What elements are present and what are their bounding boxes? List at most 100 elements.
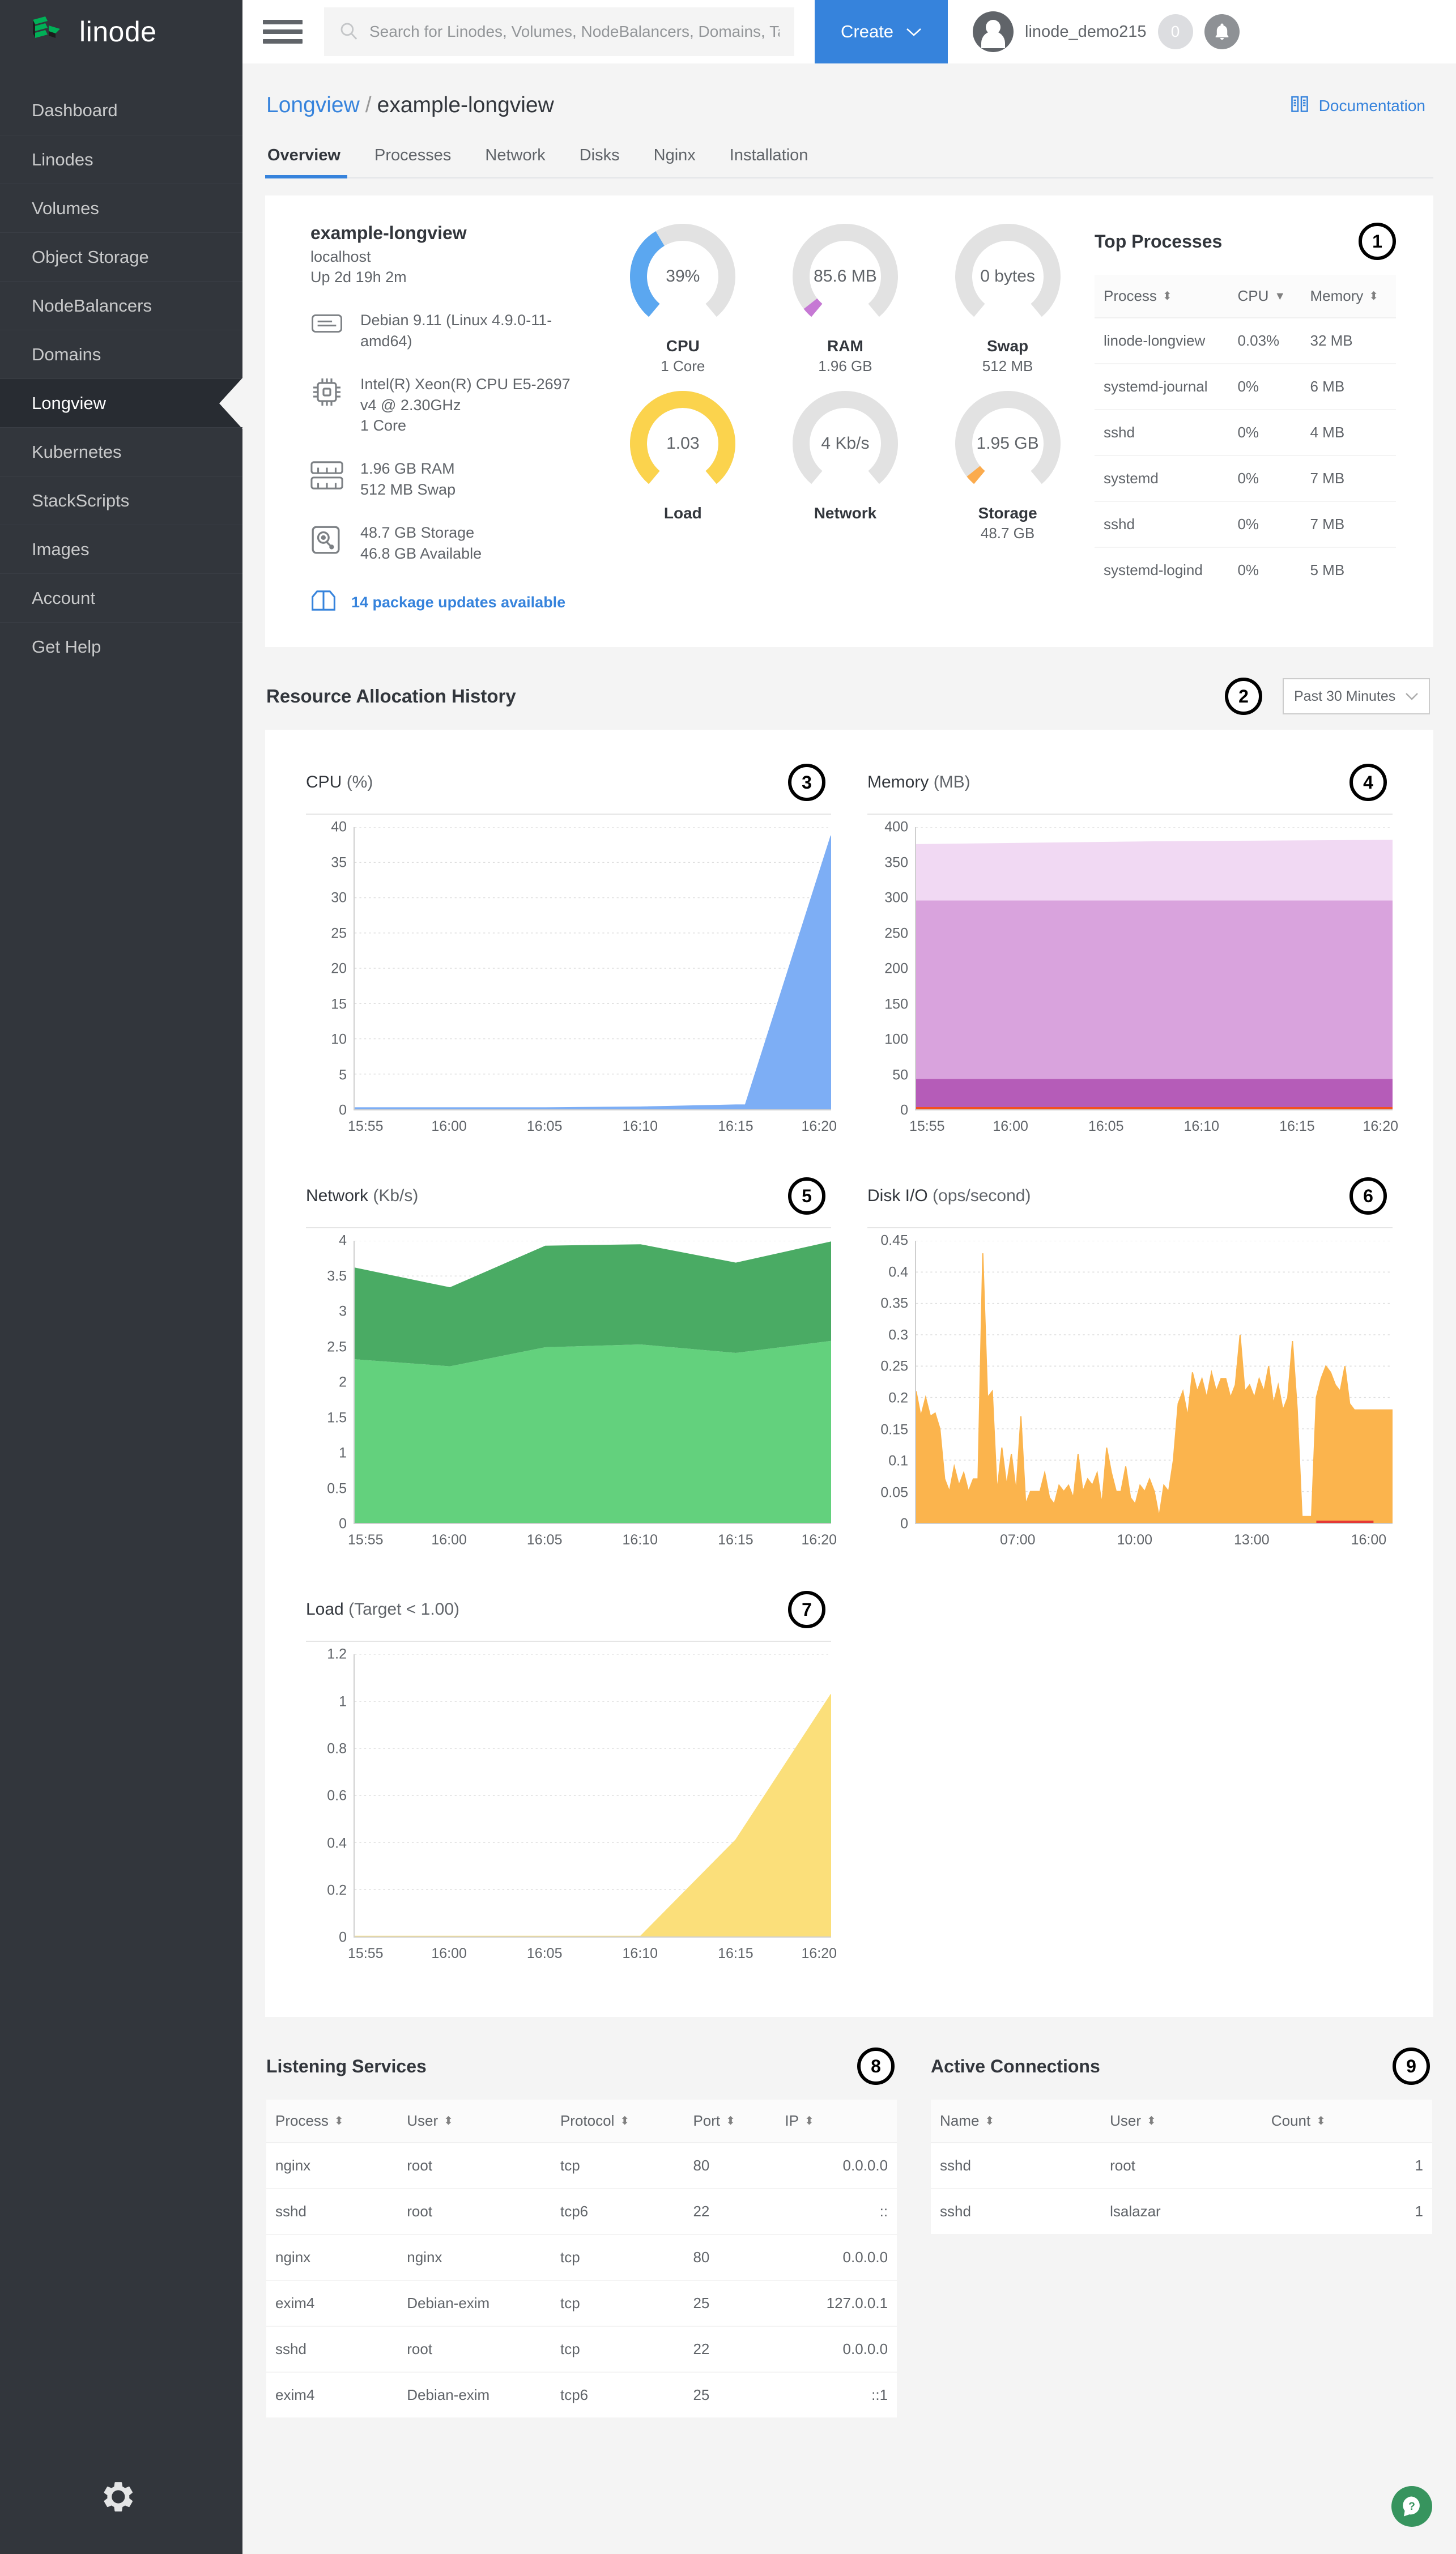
table-cell: 4 MB (1301, 410, 1396, 456)
gauge-swap: 0 bytes Swap512 MB (926, 223, 1089, 375)
plot (915, 827, 1393, 1110)
tab-processes[interactable]: Processes (357, 146, 468, 177)
column-header-name[interactable]: Name⬍ (931, 2100, 1101, 2143)
table-cell: 80 (684, 2234, 776, 2280)
sidebar-item-label: Dashboard (32, 100, 118, 121)
tab-network[interactable]: Network (468, 146, 562, 177)
sidebar-item-label: Longview (32, 393, 106, 414)
table-cell: lsalazar (1101, 2189, 1262, 2234)
column-header-memory[interactable]: Memory⬍ (1301, 275, 1396, 318)
sidebar-item-domains[interactable]: Domains (0, 330, 242, 378)
search-box[interactable] (324, 7, 794, 56)
column-header-user[interactable]: User⬍ (398, 2100, 551, 2143)
table-cell: 0% (1228, 410, 1301, 456)
sidebar-item-volumes[interactable]: Volumes (0, 184, 242, 232)
table-cell: 0% (1228, 547, 1301, 593)
bell-icon[interactable] (1204, 14, 1240, 49)
table-cell: 7 MB (1301, 456, 1396, 501)
search-input[interactable] (369, 23, 780, 41)
column-header-user[interactable]: User⬍ (1101, 2100, 1262, 2143)
chart-load: Load (Target < 1.00) 7 00.20.40.60.811.2… (288, 1577, 849, 1991)
sidebar-item-longview[interactable]: Longview (0, 378, 242, 427)
x-tick-label: 16:15 (718, 1946, 753, 1962)
y-axis: 0510152025303540 (306, 827, 354, 1110)
svg-text:?: ? (1408, 2501, 1415, 2513)
package-updates-link[interactable]: 14 package updates available (310, 589, 587, 616)
sidebar-item-nodebalancers[interactable]: NodeBalancers (0, 281, 242, 330)
gauge-label: Swap (987, 337, 1028, 355)
brand-logo[interactable]: linode (0, 0, 242, 63)
y-tick-label: 10 (331, 1032, 347, 1048)
y-tick-label: 1.5 (327, 1410, 347, 1426)
column-header-label: Process (275, 2112, 329, 2130)
y-axis: 00.20.40.60.811.2 (306, 1654, 354, 1938)
sidebar-item-linodes[interactable]: Linodes (0, 135, 242, 184)
sidebar-item-account[interactable]: Account (0, 573, 242, 622)
tab-overview[interactable]: Overview (265, 146, 357, 177)
package-updates-label: 14 package updates available (351, 594, 565, 611)
column-header-label: Memory (1310, 287, 1363, 305)
charts-card: CPU (%) 3 0510152025303540 15:5516:0016:… (265, 730, 1433, 2017)
listening-services-table: Process⬍User⬍Protocol⬍Port⬍IP⬍ nginxroot… (266, 2100, 897, 2417)
column-header-ip[interactable]: IP⬍ (776, 2100, 897, 2143)
table-cell: tcp (551, 2234, 684, 2280)
documentation-link[interactable]: Documentation (1289, 93, 1433, 118)
tab-nginx[interactable]: Nginx (637, 146, 713, 177)
y-axis: 00.511.522.533.54 (306, 1241, 354, 1524)
table-cell: root (1101, 2143, 1262, 2189)
create-button[interactable]: Create (815, 0, 948, 63)
tab-disks[interactable]: Disks (563, 146, 637, 177)
notification-count-badge[interactable]: 0 (1158, 14, 1193, 49)
column-header-cpu[interactable]: CPU▼ (1228, 275, 1301, 318)
table-cell: 0% (1228, 456, 1301, 501)
sidebar-item-object-storage[interactable]: Object Storage (0, 232, 242, 281)
column-header-label: CPU (1237, 287, 1268, 305)
hamburger-icon[interactable] (263, 20, 303, 44)
table-cell: 32 MB (1301, 318, 1396, 364)
column-header-label: User (407, 2112, 438, 2130)
chevron-down-icon (1405, 688, 1419, 705)
column-header-process[interactable]: Process⬍ (1095, 275, 1228, 318)
sidebar-item-dashboard[interactable]: Dashboard (0, 86, 242, 135)
gauge-sublabel: 1 Core (661, 357, 705, 375)
y-tick-label: 20 (331, 961, 347, 977)
column-header-port[interactable]: Port⬍ (684, 2100, 776, 2143)
sort-both-icon: ⬍ (726, 2115, 735, 2127)
sidebar-item-kubernetes[interactable]: Kubernetes (0, 427, 242, 476)
column-header-process[interactable]: Process⬍ (266, 2100, 398, 2143)
table-cell: 6 MB (1301, 364, 1396, 410)
time-range-select[interactable]: Past 30 Minutes (1283, 678, 1430, 714)
resource-history-title: Resource Allocation History (266, 686, 516, 707)
chart-title: Disk I/O (ops/second) (867, 1186, 1031, 1206)
sidebar-item-images[interactable]: Images (0, 525, 242, 573)
chart-header: Network (Kb/s) 5 (306, 1177, 831, 1215)
overview-card: example-longview localhost Up 2d 19h 2m … (265, 195, 1433, 647)
column-header-count[interactable]: Count⬍ (1262, 2100, 1432, 2143)
chevron-down-icon (906, 22, 922, 42)
table-cell: sshd (1095, 501, 1228, 547)
tab-installation[interactable]: Installation (713, 146, 825, 177)
y-tick-label: 250 (884, 925, 908, 942)
resource-history-header: Resource Allocation History 2 Past 30 Mi… (265, 678, 1433, 715)
system-spec-text: Debian 9.11 (Linux 4.9.0-11-amd64) (360, 310, 552, 351)
sidebar-item-stackscripts[interactable]: StackScripts (0, 476, 242, 525)
breadcrumb-root-link[interactable]: Longview (266, 93, 360, 117)
y-tick-label: 2 (339, 1374, 347, 1391)
column-header-protocol[interactable]: Protocol⬍ (551, 2100, 684, 2143)
system-spec-text: 48.7 GB Storage46.8 GB Available (360, 522, 482, 564)
y-tick-label: 0.8 (327, 1740, 347, 1757)
x-tick-label: 16:00 (431, 1532, 467, 1548)
marker-6: 6 (1349, 1177, 1387, 1215)
sidebar-item-get-help[interactable]: Get Help (0, 622, 242, 671)
column-header-label: Name (940, 2112, 979, 2130)
chart-title: CPU (%) (306, 773, 373, 792)
book-icon (1289, 93, 1310, 118)
gear-icon[interactable] (101, 2479, 136, 2514)
help-chat-icon[interactable]: ? (1391, 2486, 1432, 2527)
breadcrumb-row: Longview/example-longview Documentation (265, 63, 1433, 118)
avatar-icon[interactable] (973, 11, 1014, 52)
gauge-value: 0 bytes (954, 223, 1062, 330)
table-cell: 22 (684, 2189, 776, 2234)
x-tick-label: 16:05 (527, 1532, 563, 1548)
system-spec-row: Debian 9.11 (Linux 4.9.0-11-amd64) (310, 310, 587, 351)
